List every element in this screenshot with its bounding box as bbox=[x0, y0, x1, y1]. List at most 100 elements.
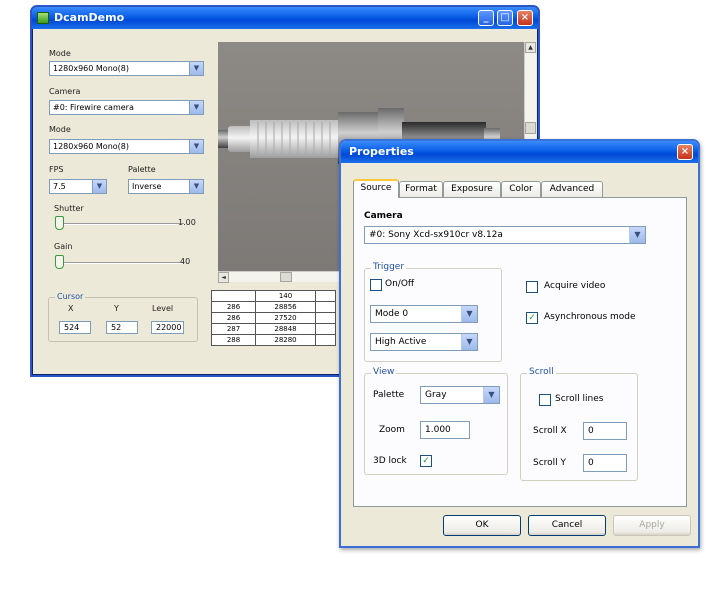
preview-horizontal-scrollbar[interactable]: ◄ bbox=[218, 271, 348, 283]
table-cell: 28856 bbox=[255, 301, 316, 313]
table-cell: 28848 bbox=[255, 323, 316, 335]
cursor-group-title: Cursor bbox=[55, 292, 86, 301]
close-icon[interactable]: × bbox=[517, 10, 533, 26]
table-row-header: 286 bbox=[211, 312, 256, 324]
shutter-label: Shutter bbox=[54, 204, 84, 213]
trigger-group-title: Trigger bbox=[371, 262, 407, 272]
table-row-header: 288 bbox=[211, 334, 256, 346]
maximize-icon[interactable]: □ bbox=[497, 10, 513, 26]
apply-button[interactable]: Apply bbox=[613, 515, 691, 536]
mode2-select-value: 1280x960 Mono(8) bbox=[53, 142, 129, 151]
zoom-label: Zoom bbox=[379, 425, 405, 435]
app-icon bbox=[37, 12, 49, 24]
shutter-track bbox=[56, 223, 184, 225]
shutter-value: 1.00 bbox=[178, 218, 196, 227]
palette-label: Palette bbox=[128, 165, 156, 174]
table-corner-cell bbox=[211, 290, 256, 302]
scroll-lines-checkbox[interactable] bbox=[539, 394, 551, 406]
vertical-scroll-thumb[interactable] bbox=[525, 122, 536, 134]
acquire-video-checkbox[interactable] bbox=[526, 281, 538, 293]
table-row: 286 27520 bbox=[211, 312, 336, 324]
table-row: 287 28848 bbox=[211, 323, 336, 335]
tab-exposure[interactable]: Exposure bbox=[443, 181, 501, 197]
properties-titlebar[interactable]: Properties × bbox=[341, 141, 698, 163]
close-icon[interactable]: × bbox=[677, 144, 693, 160]
tab-advanced[interactable]: Advanced bbox=[541, 181, 603, 197]
main-titlebar[interactable]: DcamDemo _ □ × bbox=[32, 7, 538, 29]
chevron-down-icon[interactable]: ▼ bbox=[629, 227, 645, 243]
view-palette-select[interactable]: Gray ▼ bbox=[420, 386, 500, 404]
scroll-group-title: Scroll bbox=[527, 367, 556, 377]
minimize-icon[interactable]: _ bbox=[478, 10, 494, 26]
palette-select[interactable]: Inverse ▼ bbox=[128, 179, 204, 194]
view-palette-label: Palette bbox=[373, 390, 405, 400]
scroll-x-field[interactable]: 0 bbox=[583, 422, 627, 440]
tab-color[interactable]: Color bbox=[501, 181, 541, 197]
tab-source[interactable]: Source bbox=[353, 179, 399, 198]
table-row: 288 28280 bbox=[211, 334, 336, 346]
cursor-level-label: Level bbox=[152, 304, 174, 313]
camera-select-value: #0: Sony Xcd-sx910cr v8.12a bbox=[369, 230, 503, 240]
scroll-group: Scroll Scroll lines Scroll X 0 Scroll Y … bbox=[520, 367, 638, 481]
cursor-y-label: Y bbox=[114, 304, 119, 313]
fps-select-value: 7.5 bbox=[53, 182, 66, 191]
trigger-mode-value: Mode 0 bbox=[375, 309, 409, 319]
chevron-down-icon[interactable]: ▼ bbox=[92, 180, 106, 193]
scroll-up-icon[interactable]: ▲ bbox=[525, 42, 536, 53]
properties-dialog: Properties × Source Format Exposure Colo… bbox=[339, 139, 700, 548]
chevron-down-icon[interactable]: ▼ bbox=[189, 62, 203, 75]
cursor-y-field: 52 bbox=[106, 321, 138, 334]
trigger-polarity-select[interactable]: High Active ▼ bbox=[370, 333, 478, 351]
main-window-title: DcamDemo bbox=[54, 11, 125, 24]
fps-select[interactable]: 7.5 ▼ bbox=[49, 179, 107, 194]
gain-label: Gain bbox=[54, 242, 73, 251]
table-column-header: 140 bbox=[255, 290, 316, 302]
scroll-lines-label: Scroll lines bbox=[555, 394, 604, 404]
table-cell bbox=[315, 301, 336, 313]
async-mode-checkbox[interactable]: ✓ bbox=[526, 312, 538, 324]
camera-label: Camera bbox=[49, 87, 81, 96]
lock-3d-checkbox[interactable]: ✓ bbox=[420, 455, 432, 467]
horizontal-scroll-thumb[interactable] bbox=[280, 272, 292, 282]
shutter-slider[interactable] bbox=[54, 216, 64, 230]
table-cell: 28280 bbox=[255, 334, 316, 346]
chevron-down-icon[interactable]: ▼ bbox=[483, 387, 499, 403]
table-cell bbox=[315, 312, 336, 324]
chevron-down-icon[interactable]: ▼ bbox=[461, 334, 477, 350]
async-mode-label: Asynchronous mode bbox=[544, 312, 636, 322]
pixel-value-table: 140 286 28856 286 27520 287 28848 288 28… bbox=[211, 290, 336, 346]
trigger-on-off-checkbox[interactable] bbox=[370, 279, 382, 291]
table-header-row: 140 bbox=[211, 290, 336, 302]
mode-label: Mode bbox=[49, 49, 71, 58]
scroll-y-label: Scroll Y bbox=[533, 458, 567, 468]
chevron-down-icon[interactable]: ▼ bbox=[189, 140, 203, 153]
gain-slider[interactable] bbox=[54, 255, 64, 269]
chevron-down-icon[interactable]: ▼ bbox=[461, 306, 477, 322]
camera-select[interactable]: #0: Sony Xcd-sx910cr v8.12a ▼ bbox=[364, 226, 646, 244]
scroll-left-icon[interactable]: ◄ bbox=[218, 272, 229, 283]
source-tab-panel: Camera #0: Sony Xcd-sx910cr v8.12a ▼ Tri… bbox=[353, 197, 687, 507]
lock-3d-label: 3D lock bbox=[373, 456, 407, 466]
cursor-level-field: 22000 bbox=[151, 321, 184, 334]
view-group: View Palette Gray ▼ Zoom 1.000 3D lock ✓ bbox=[364, 367, 508, 475]
chevron-down-icon[interactable]: ▼ bbox=[189, 180, 203, 193]
mode-select[interactable]: 1280x960 Mono(8) ▼ bbox=[49, 61, 204, 76]
trigger-group: Trigger On/Off Mode 0 ▼ High Active ▼ bbox=[364, 262, 502, 362]
acquire-video-label: Acquire video bbox=[544, 281, 606, 291]
trigger-mode-select[interactable]: Mode 0 ▼ bbox=[370, 305, 478, 323]
camera-label: Camera bbox=[364, 211, 403, 221]
chevron-down-icon[interactable]: ▼ bbox=[189, 101, 203, 114]
ok-button[interactable]: OK bbox=[443, 515, 521, 536]
camera-select-value: #0: Firewire camera bbox=[53, 103, 134, 112]
table-cell bbox=[315, 290, 336, 302]
cursor-x-field: 524 bbox=[59, 321, 91, 334]
camera-select[interactable]: #0: Firewire camera ▼ bbox=[49, 100, 204, 115]
scroll-y-field[interactable]: 0 bbox=[583, 454, 627, 472]
cancel-button[interactable]: Cancel bbox=[528, 515, 606, 536]
tab-format[interactable]: Format bbox=[399, 181, 443, 197]
properties-title: Properties bbox=[349, 145, 414, 158]
mode2-select[interactable]: 1280x960 Mono(8) ▼ bbox=[49, 139, 204, 154]
zoom-field[interactable]: 1.000 bbox=[420, 421, 470, 439]
cursor-group: Cursor X Y Level 524 52 22000 bbox=[48, 292, 198, 342]
view-group-title: View bbox=[371, 367, 397, 377]
